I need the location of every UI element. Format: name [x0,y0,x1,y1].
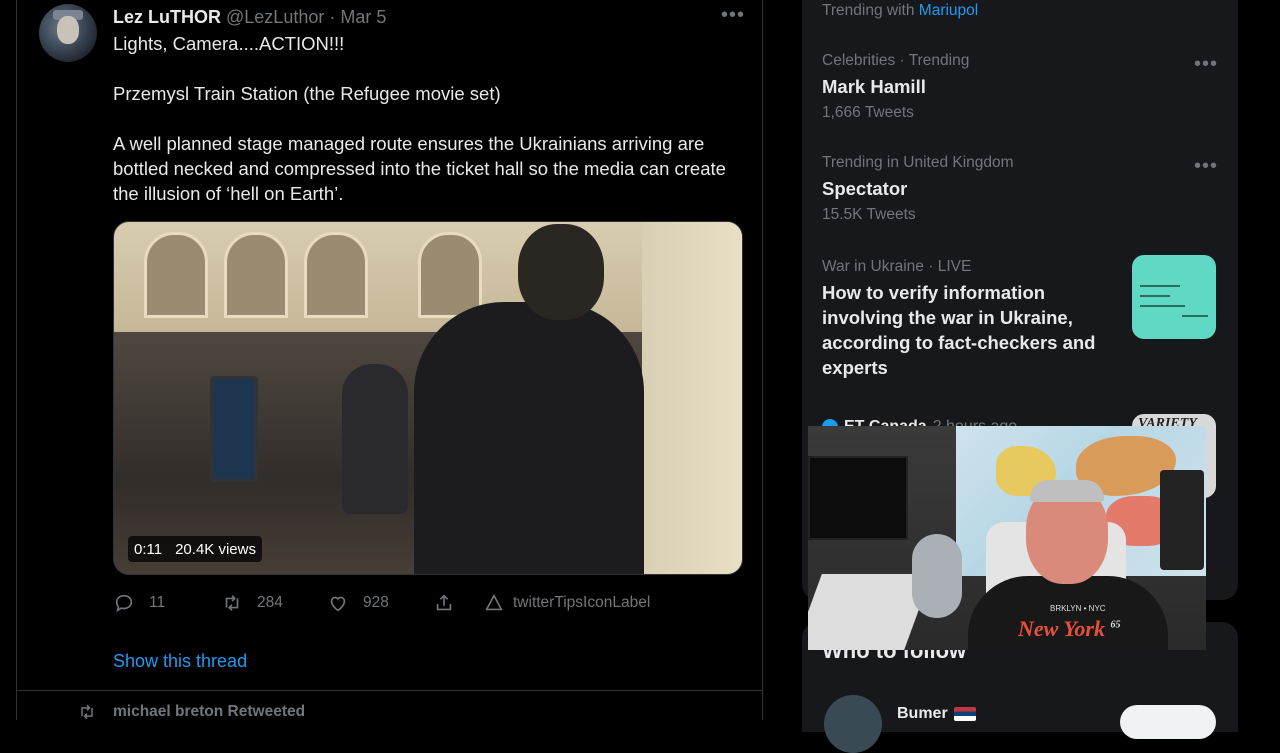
tips-button[interactable]: twitterTipsIconLabel [483,592,650,614]
tweet-actions: 11 284 928 twitterTipsIconLabel [113,592,673,618]
retweet-button[interactable]: 284 [221,592,283,614]
tweet-more-icon[interactable]: ••• [721,4,745,27]
tweet-divider [17,690,762,691]
show-thread-link[interactable]: Show this thread [113,651,247,672]
share-icon [436,594,452,611]
station-arch [144,232,208,318]
author-name[interactable]: Lez LuTHOR [113,7,221,27]
monitor [808,456,908,540]
trending-with-link[interactable]: Mariupol [919,2,978,19]
wall [642,222,742,574]
shirt-logo: New York [1018,616,1105,641]
tweet-text-line: the illusion of ‘hell on Earth’. [113,183,344,204]
suggestion-name[interactable]: Bumer [897,705,976,723]
man-figure [414,302,644,574]
reply-button[interactable]: 11 [113,592,165,614]
heart-icon [330,596,346,612]
trend-meta: Trending in United Kingdom [822,154,1014,171]
suggestion-avatar[interactable] [824,695,882,753]
news-item[interactable]: War in Ukraine · LIVE How to verify info… [822,258,1112,380]
serbia-flag-icon [953,707,976,721]
video-views: 20.4K views [175,540,256,558]
separator: · [329,7,336,27]
person-hair [1030,480,1104,502]
pc-tower [1160,470,1204,570]
reply-count: 11 [149,594,166,611]
author-handle[interactable]: @LezLuthor [226,7,324,27]
station-arch [304,232,368,318]
station-arch [224,232,288,318]
tips-icon [485,593,503,611]
avatar-face [57,16,79,44]
thumb-line [1140,285,1180,287]
author-avatar[interactable] [39,4,97,62]
stats-separator [168,542,169,556]
webcam-overlay: BRKLYN • NYC New York 65 [808,426,1206,650]
trend-topic: Spectator [822,178,908,199]
trending-with-prefix: Trending with [822,2,915,19]
trend-count: 15.5K Tweets [822,206,916,223]
trend-count: 1,666 Tweets [822,104,914,121]
trend-item[interactable]: Trending in United Kingdom Spectator 15.… [822,154,1014,224]
shirt-top-text: BRKLYN • NYC [1050,604,1106,613]
follow-button[interactable] [1120,705,1216,739]
shirt-text: New York 65 [1018,616,1121,642]
microphone [912,534,962,618]
timeline: Lez LuTHOR @LezLuthor · Mar 5 ••• Lights… [16,0,763,720]
retweet-icon [81,704,93,720]
tweet-video[interactable]: 0:11 20.4K views [113,221,743,575]
suggestion-name-text: Bumer [897,705,948,722]
news-meta: War in Ukraine · LIVE [822,258,972,275]
retweet-count: 284 [257,594,283,611]
tweet-header: Lez LuTHOR @LezLuthor · Mar 5 [113,7,386,28]
trend-meta: Celebrities · Trending [822,52,970,69]
reply-icon [115,594,133,613]
trend-more-icon[interactable]: ••• [1194,53,1218,76]
man-head [518,224,604,320]
retweet-icon [225,595,239,611]
share-button[interactable] [433,592,455,614]
like-count: 928 [363,594,389,611]
tweet-date[interactable]: Mar 5 [340,7,386,27]
retweeted-by[interactable]: michael breton Retweeted [77,702,305,722]
trend-more-icon[interactable]: ••• [1194,155,1218,178]
video-duration: 0:11 [134,540,163,558]
news-thumbnail[interactable] [1132,255,1216,339]
thumb-line [1182,315,1208,317]
tips-label: twitterTipsIconLabel [513,594,651,611]
tweet-text-line: Przemysl Train Station (the Refugee movi… [113,83,501,104]
tweet-text-line: Lights, Camera....ACTION!!! [113,33,345,54]
thumb-line [1140,295,1170,297]
queue-sign [210,376,258,482]
trend-item[interactable]: Celebrities · Trending Mark Hamill 1,666… [822,52,969,122]
retweeted-by-label: michael breton Retweeted [113,703,306,720]
tweet-text-line: A well planned stage managed route ensur… [113,133,705,154]
thumb-line [1140,305,1185,307]
trending-with: Trending with Mariupol [822,2,978,20]
trend-topic: Mark Hamill [822,76,926,97]
video-stats: 0:11 20.4K views [128,536,262,562]
tweet-text-line: bottled necked and compressed into the t… [113,158,726,179]
child-figure [342,364,408,514]
news-title: How to verify information involving the … [822,282,1096,378]
shirt-number: 65 [1110,619,1121,631]
station-arch [418,232,482,318]
like-button[interactable]: 928 [327,592,389,614]
